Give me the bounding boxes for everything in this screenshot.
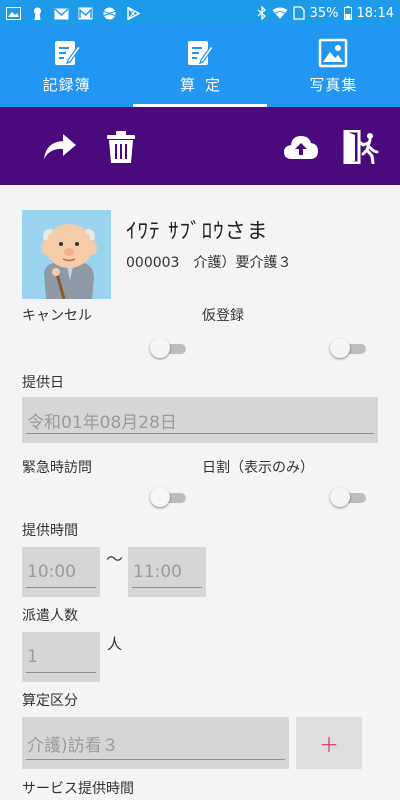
bluetooth-icon — [257, 6, 266, 20]
sim-icon — [292, 6, 305, 20]
image-icon — [6, 6, 21, 20]
tab-bar: 記録簿 算定 写真集 — [0, 26, 400, 107]
urgent-visit-label: 緊急時訪問 — [22, 460, 92, 476]
cancel-toggle[interactable] — [150, 338, 186, 360]
field-underline — [26, 587, 96, 588]
toggle-thumb — [330, 487, 350, 507]
urgent-visit-toggle[interactable] — [150, 487, 186, 509]
field-underline — [26, 759, 285, 760]
share-arrow-icon — [44, 134, 76, 159]
calculation-form: ｲﾜﾃ ｻﾌﾞﾛｳさま 000003 介護）要介護３ キャンセル 仮登録 提供日 … — [0, 185, 400, 800]
start-time-input[interactable] — [22, 547, 100, 597]
patient-avatar — [22, 210, 111, 299]
add-category-button[interactable]: ＋ — [296, 717, 362, 769]
calc-category-label: 算定区分 — [22, 693, 78, 709]
service-duration-label: サービス提供時間 — [22, 781, 134, 797]
notification-icons — [6, 6, 141, 20]
edit-note-icon — [54, 41, 81, 65]
service-date-input[interactable] — [22, 397, 378, 443]
wifi-icon — [272, 7, 288, 19]
cancel-label: キャンセル — [22, 308, 92, 324]
service-time-label: 提供時間 — [22, 523, 78, 539]
plus-icon: ＋ — [319, 732, 339, 757]
time-separator: ～ — [106, 550, 123, 570]
patient-info: 000003 介護）要介護３ — [126, 252, 305, 272]
field-underline — [26, 672, 96, 673]
tab-label: 算定 — [179, 76, 230, 94]
provisional-toggle[interactable] — [330, 338, 366, 360]
tab-label: 写真集 — [309, 76, 358, 94]
service-date-label: 提供日 — [22, 375, 64, 391]
patient-name: ｲﾜﾃ ｻﾌﾞﾛｳさま — [126, 219, 269, 243]
toggle-thumb — [150, 487, 170, 507]
share-button[interactable] — [42, 129, 78, 165]
play-store-icon — [127, 6, 141, 20]
mail-icon — [78, 7, 93, 19]
dispatch-count-label: 派遣人数 — [22, 608, 78, 624]
tab-record-book[interactable]: 記録簿 — [0, 26, 133, 107]
exit-door-icon — [343, 130, 379, 164]
calc-category-input[interactable] — [22, 717, 289, 769]
field-underline — [26, 433, 374, 434]
mail-icon — [54, 7, 69, 19]
ball-icon — [103, 7, 116, 19]
cloud-upload-icon — [284, 136, 318, 159]
patient-id: 000003 — [126, 255, 180, 271]
system-status: 35% 18:14 — [257, 6, 394, 21]
edit-note-icon — [187, 41, 214, 65]
tab-calculation[interactable]: 算定 — [133, 26, 267, 107]
status-bar: 35% 18:14 — [0, 0, 400, 26]
exit-button[interactable] — [343, 129, 379, 165]
dispatch-unit: 人 — [107, 635, 123, 653]
field-underline — [132, 587, 202, 588]
patient-photo — [22, 210, 111, 299]
toggle-thumb — [330, 338, 350, 358]
action-bar — [0, 107, 400, 185]
keyhole-icon — [34, 7, 41, 20]
calc-category-field[interactable] — [22, 717, 289, 769]
dispatch-count-input[interactable] — [22, 632, 100, 682]
end-time-field[interactable] — [128, 547, 206, 597]
delete-button[interactable] — [103, 129, 139, 165]
upload-button[interactable] — [283, 129, 319, 165]
tab-label: 記録簿 — [42, 76, 91, 94]
battery-percent: 35% — [309, 5, 339, 21]
dispatch-count-field[interactable] — [22, 632, 100, 682]
clock-time: 18:14 — [356, 5, 394, 21]
patient-care-level: 介護）要介護３ — [193, 255, 292, 271]
tab-photo-album[interactable]: 写真集 — [267, 26, 400, 107]
battery-icon — [343, 6, 352, 20]
service-date-field[interactable] — [22, 397, 378, 443]
app-root: 35% 18:14 記録簿 算定 写真集 ｲﾜﾃ ｻﾌﾞﾛｳさま 000003 … — [0, 0, 400, 800]
trash-icon — [107, 131, 135, 163]
start-time-field[interactable] — [22, 547, 100, 597]
toggle-thumb — [150, 338, 170, 358]
daily-rate-toggle[interactable] — [330, 487, 366, 509]
provisional-label: 仮登録 — [202, 308, 244, 324]
end-time-input[interactable] — [128, 547, 206, 597]
photo-icon — [319, 38, 348, 68]
daily-rate-label: 日割（表示のみ） — [202, 460, 314, 476]
